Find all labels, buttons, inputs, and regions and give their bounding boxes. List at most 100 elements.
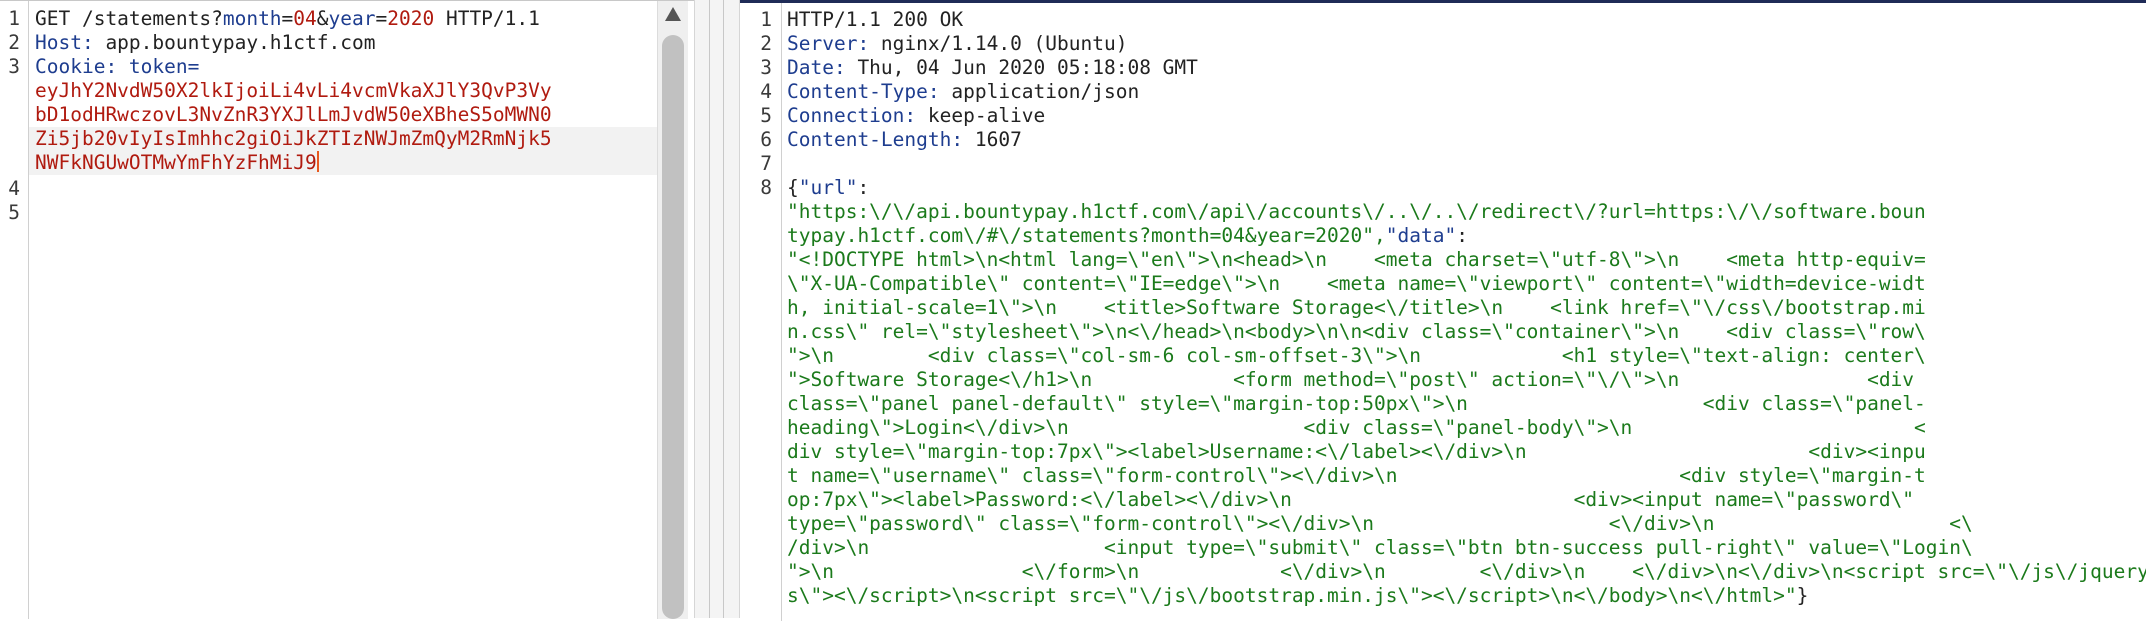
json-body-text: n.css\" rel=\"stylesheet\">\n<\/head>\n<…	[787, 320, 1926, 343]
json-string: s\"><\/script>\n<script src=\"\/js\/boot…	[787, 584, 1797, 607]
request-line-code[interactable]: NWFkNGUwOTMwYmFhYzFhMiJ9	[35, 151, 319, 174]
param-eq: =	[281, 7, 294, 30]
json-body-text: heading\">Login<\/div>\n <div class=\"pa…	[787, 416, 1926, 439]
header-value: Thu, 04 Jun 2020 05:18:08 GMT	[845, 56, 1198, 79]
json-body-text: ">\n <\/form>\n <\/div>\n <\/div>\n <\/d…	[787, 560, 2146, 583]
json-body-text: class=\"panel panel-default\" style=\"ma…	[787, 392, 1926, 415]
json-string: heading\">Login<\/div>\n <div class=\"pa…	[787, 416, 1926, 439]
line-number: 7	[760, 152, 772, 175]
param-value-month: 04	[293, 7, 317, 30]
line-number: 5	[8, 201, 20, 224]
json-key: "url"	[798, 176, 858, 199]
scroll-up-arrow-icon[interactable]	[665, 7, 681, 21]
json-body-text: "<!DOCTYPE html>\n<html lang=\"en\">\n<h…	[787, 248, 1926, 271]
header-value: keep-alive	[916, 104, 1046, 127]
json-body-text: type=\"password\" class=\"form-control\"…	[787, 512, 1973, 535]
json-string: "https:\/\/api.bountypay.h1ctf.com\/api\…	[787, 200, 1926, 223]
cookie-value[interactable]: Zi5jb20vIyIsImhhc2giOiJkZTIzNWJmZmQyM2Rm…	[35, 127, 552, 150]
line-number: 5	[760, 104, 772, 127]
pane-splitter[interactable]	[694, 0, 740, 618]
json-body-text: s\"><\/script>\n<script src=\"\/js\/boot…	[787, 584, 1808, 607]
json-brace: }	[1796, 584, 1809, 607]
json-body-text: typay.h1ctf.com\/#\/statements?month=04&…	[787, 224, 1468, 247]
json-body-text: \"X-UA-Compatible\" content=\"IE=edge\">…	[787, 272, 1926, 295]
json-string: typay.h1ctf.com\/#\/statements?month=04&…	[787, 224, 1386, 247]
header-name: Cookie:	[35, 55, 118, 78]
line-number: 8	[760, 176, 772, 199]
request-line-code[interactable]: Host: app.bountypay.h1ctf.com	[35, 31, 375, 54]
json-string: /div>\n <input type=\"submit\" class=\"b…	[787, 536, 1973, 559]
header-value: nginx/1.14.0 (Ubuntu)	[869, 32, 1128, 55]
json-body-text: t name=\"username\" class=\"form-control…	[787, 464, 1926, 487]
json-string: class=\"panel panel-default\" style=\"ma…	[787, 392, 1926, 415]
line-number: 3	[8, 55, 20, 78]
cookie-eq: =	[187, 55, 200, 78]
scrollbar-thumb[interactable]	[662, 35, 684, 619]
splitter-grip	[723, 0, 724, 618]
cookie-value[interactable]: eyJhY2NvdW50X2lkIjoiLi4vLi4vcmVkaXJlY3Qv…	[35, 79, 552, 102]
json-body-text: h, initial-scale=1\">\n <title>Software …	[787, 296, 1926, 319]
json-body-start: {"url":	[787, 176, 869, 199]
json-string: type=\"password\" class=\"form-control\"…	[787, 512, 1973, 535]
json-string: div style=\"margin-top:7px\"><label>User…	[787, 440, 1926, 463]
param-name-year: year	[328, 7, 376, 30]
line-number: 6	[760, 128, 772, 151]
param-sep: &	[316, 7, 329, 30]
header-name: Content-Type:	[787, 80, 940, 103]
json-string: ">Software Storage<\/h1>\n <form method=…	[787, 368, 1915, 391]
json-body-text: ">Software Storage<\/h1>\n <form method=…	[787, 368, 1914, 391]
json-colon: :	[1456, 224, 1468, 247]
line-number: 3	[760, 56, 772, 79]
json-string: "<!DOCTYPE html>\n<html lang=\"en\">\n<h…	[787, 248, 1926, 271]
header-name: Host:	[35, 31, 94, 54]
header-name: Date:	[787, 56, 846, 79]
header-name: Connection:	[787, 104, 917, 127]
json-string: t name=\"username\" class=\"form-control…	[787, 464, 1926, 487]
request-line-code[interactable]: GET /statements?month=04&year=2020 HTTP/…	[35, 7, 540, 30]
line-number: 1	[760, 8, 772, 31]
header-value: application/json	[939, 80, 1140, 103]
request-editor[interactable]: 1 GET /statements?month=04&year=2020 HTT…	[0, 0, 694, 619]
json-body-text: "https:\/\/api.bountypay.h1ctf.com\/api\…	[787, 200, 1926, 223]
line-number: 4	[8, 177, 20, 200]
request-line-code[interactable]: Cookie: token=	[35, 55, 199, 78]
param-value-year: 2020	[387, 7, 435, 30]
request-method-path: GET /statements?	[35, 7, 223, 30]
header-name: Server:	[787, 32, 870, 55]
header: Connection: keep-alive	[787, 104, 1045, 127]
json-body-text: ">\n <div class=\"col-sm-6 col-sm-offset…	[787, 344, 1926, 367]
json-colon: :	[857, 176, 870, 199]
json-string: n.css\" rel=\"stylesheet\">\n<\/head>\n<…	[787, 320, 1926, 343]
request-protocol: HTTP/1.1	[434, 7, 540, 30]
header-name: Content-Length:	[787, 128, 964, 151]
text-cursor	[316, 151, 319, 172]
json-body-text: /div>\n <input type=\"submit\" class=\"b…	[787, 536, 1973, 559]
line-number: 2	[8, 31, 20, 54]
json-string: op:7px\"><label>Password:<\/label><\/div…	[787, 488, 1915, 511]
json-string: ">\n <div class=\"col-sm-6 col-sm-offset…	[787, 344, 1926, 367]
header: Content-Length: 1607	[787, 128, 1022, 151]
splitter-grip	[709, 0, 710, 618]
json-body-text: div style=\"margin-top:7px\"><label>User…	[787, 440, 1926, 463]
json-brace: {	[787, 176, 799, 199]
request-scrollbar[interactable]	[657, 1, 688, 619]
header: Server: nginx/1.14.0 (Ubuntu)	[787, 32, 1127, 55]
line-number: 1	[8, 7, 20, 30]
header: Content-Type: application/json	[787, 80, 1139, 103]
cookie-value[interactable]: bD1odHRwczovL3NvZnR3YXJlLmJvdW50eXBheS5o…	[35, 103, 552, 126]
response-viewer[interactable]: 1 HTTP/1.1 200 OK 2 Server: nginx/1.14.0…	[740, 0, 2146, 621]
cookie-value: NWFkNGUwOTMwYmFhYzFhMiJ9	[35, 151, 317, 174]
header-value: 1607	[963, 128, 1022, 151]
cookie-name: token	[117, 55, 188, 78]
json-body-text: op:7px\"><label>Password:<\/label><\/div…	[787, 488, 1914, 511]
json-key: "data"	[1385, 224, 1457, 247]
request-line-gutter	[0, 1, 29, 619]
line-number: 2	[760, 32, 772, 55]
param-name-month: month	[222, 7, 282, 30]
json-string: ">\n <\/form>\n <\/div>\n <\/div>\n <\/d…	[787, 560, 2146, 583]
param-eq: =	[375, 7, 388, 30]
line-number: 4	[760, 80, 772, 103]
header-value: app.bountypay.h1ctf.com	[93, 31, 376, 54]
header: Date: Thu, 04 Jun 2020 05:18:08 GMT	[787, 56, 1198, 79]
json-string: h, initial-scale=1\">\n <title>Software …	[787, 296, 1926, 319]
